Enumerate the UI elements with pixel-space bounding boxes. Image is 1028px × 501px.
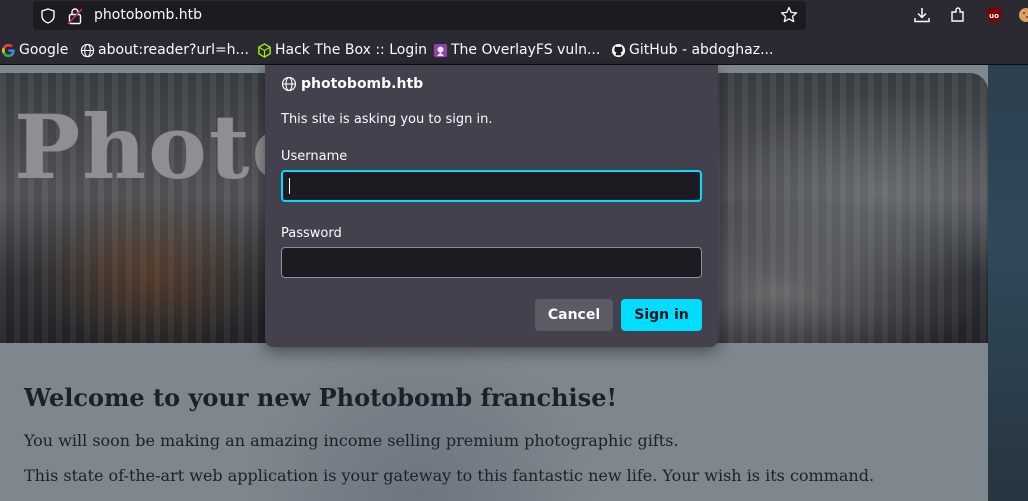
username-label: Username (281, 149, 348, 164)
username-input[interactable] (281, 170, 702, 202)
bookmark-google[interactable]: Google (1, 40, 68, 60)
seal-icon (433, 43, 448, 58)
password-label: Password (281, 226, 342, 241)
welcome-heading: Welcome to your new Photobomb franchise! (24, 383, 617, 412)
google-icon (1, 43, 16, 58)
text-caret (289, 178, 290, 194)
browser-toolbar: photobomb.htb uo (0, 0, 1028, 34)
download-icon[interactable] (913, 6, 931, 28)
intro-paragraph: You will soon be making an amazing incom… (24, 431, 679, 450)
bookmark-label: GitHub - abdoghaz... (629, 42, 774, 58)
dialog-message: This site is asking you to sign in. (281, 112, 493, 127)
lock-icon[interactable] (67, 7, 83, 29)
bookmark-overlayfs[interactable]: The OverlayFS vuln... (433, 40, 600, 60)
bookmark-hack-the-box[interactable]: Hack The Box :: Login (257, 40, 427, 60)
dialog-host: photobomb.htb (301, 76, 424, 92)
bookmark-label: The OverlayFS vuln... (451, 42, 601, 58)
extensions-icon[interactable] (949, 6, 967, 28)
bookmarks-toolbar: Google about:reader?url=h... Hack The Bo… (0, 34, 1028, 65)
content-section: Welcome to your new Photobomb franchise!… (0, 343, 988, 501)
gateway-paragraph: This state of-the-art web application is… (24, 466, 875, 485)
github-icon (611, 43, 626, 58)
auth-dialog: photobomb.htb This site is asking you to… (265, 65, 718, 347)
dialog-header: photobomb.htb (281, 76, 423, 92)
page-side-background (988, 65, 1028, 501)
password-input[interactable] (281, 247, 702, 278)
ublock-icon[interactable]: uo (985, 6, 1003, 28)
sign-in-button[interactable]: Sign in (621, 299, 702, 331)
shield-icon[interactable] (40, 8, 56, 28)
cookie-icon[interactable] (1017, 6, 1028, 28)
url-text[interactable]: photobomb.htb (94, 7, 202, 23)
bookmark-label: Hack The Box :: Login (275, 42, 427, 58)
cancel-button[interactable]: Cancel (535, 299, 613, 331)
svg-text:uo: uo (989, 12, 999, 20)
bookmark-about-reader[interactable]: about:reader?url=h... (80, 40, 249, 60)
globe-icon (281, 76, 297, 92)
bookmark-label: Google (19, 42, 69, 58)
globe-icon (80, 43, 95, 58)
htb-icon (257, 42, 272, 58)
star-icon[interactable] (780, 6, 798, 28)
bookmark-label: about:reader?url=h... (98, 42, 249, 58)
bookmark-github[interactable]: GitHub - abdoghaz... (611, 40, 773, 60)
url-bar[interactable]: photobomb.htb (33, 1, 806, 30)
